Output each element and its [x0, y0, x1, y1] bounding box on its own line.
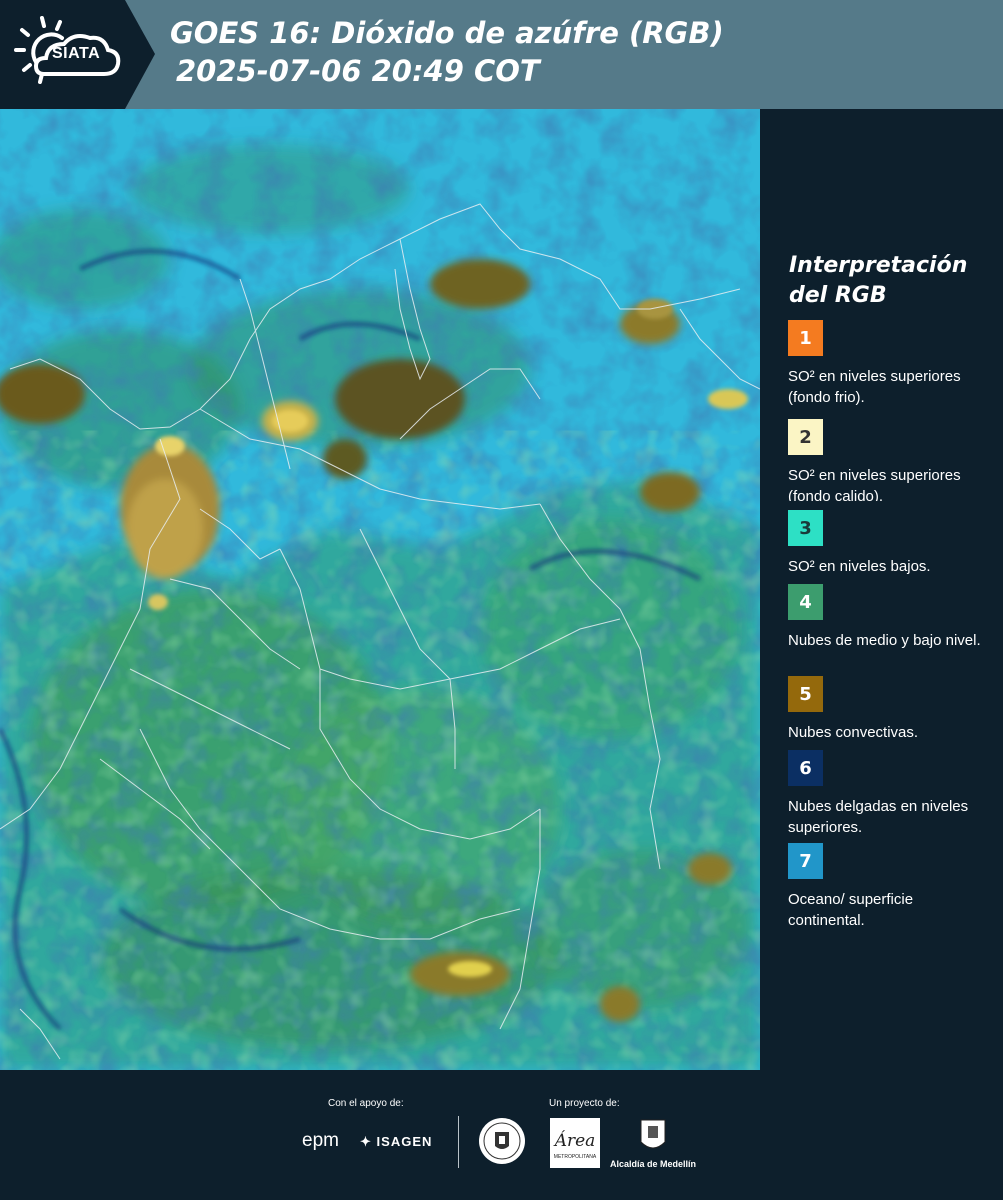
satellite-map	[0, 109, 760, 1070]
area-logo-subtext: METROPOLITANA	[554, 1154, 597, 1160]
isagen-logo: ✦ ISAGEN	[360, 1134, 432, 1150]
legend-swatch: 6	[788, 750, 823, 786]
alcaldia-shield-icon	[640, 1119, 666, 1149]
legend-swatch: 7	[788, 843, 823, 879]
timestamp: 2025-07-06 20:49 COT	[176, 54, 540, 88]
legend-item: 2 SO² en niveles superiores (fondo calid…	[788, 419, 993, 501]
project-label: Un proyecto de:	[549, 1098, 620, 1109]
legend-label: SO² en niveles bajos.	[788, 558, 931, 575]
legend-swatch: 1	[788, 320, 823, 356]
legend-label: SO² en niveles superiores (fondo calido)…	[788, 467, 961, 501]
support-label: Con el apoyo de:	[328, 1098, 404, 1109]
legend-item: 3 SO² en niveles bajos.	[788, 510, 993, 577]
area-logo-text: Área	[553, 1130, 596, 1151]
legend-label: Nubes delgadas en niveles superiores.	[788, 798, 969, 836]
legend-item: 7 Oceano/ superficie continental.	[788, 843, 993, 931]
legend-swatch: 2	[788, 419, 823, 455]
siata-logo: SIATA	[0, 0, 155, 109]
header-bar: SIATA GOES 16: Dióxido de azúfre (RGB) 2…	[0, 0, 1003, 109]
siata-logo-text: SIATA	[52, 45, 101, 62]
alcaldia-logo-text: Alcaldía de Medellín	[610, 1159, 697, 1169]
medellin-seal-icon	[479, 1118, 525, 1164]
page-title: GOES 16: Dióxido de azúfre (RGB)	[170, 16, 724, 50]
legend-label: SO² en niveles superiores (fondo frio).	[788, 368, 961, 406]
legend-label: Nubes de medio y bajo nivel.	[788, 632, 981, 649]
legend-label: Oceano/ superficie continental.	[788, 891, 914, 929]
legend-item: 4 Nubes de medio y bajo nivel.	[788, 584, 993, 651]
legend-item: 5 Nubes convectivas.	[788, 676, 993, 743]
legend-panel: Interpretación del RGB 1 SO² en niveles …	[760, 109, 1003, 1070]
legend-label: Nubes convectivas.	[788, 724, 919, 741]
footer-divider	[458, 1116, 459, 1168]
epm-logo: epm	[302, 1130, 339, 1151]
legend-item: 1 SO² en niveles superiores (fondo frio)…	[788, 320, 993, 408]
footer: Con el apoyo de: Un proyecto de: epm ✦ I…	[0, 1070, 1003, 1200]
legend-title: Interpretación del RGB	[789, 253, 968, 308]
isagen-star-icon: ✦	[360, 1134, 372, 1149]
legend-item: 6 Nubes delgadas en niveles superiores.	[788, 750, 993, 838]
legend-swatch: 4	[788, 584, 823, 620]
legend-swatch: 5	[788, 676, 823, 712]
area-metropolitana-logo: Área METROPOLITANA	[550, 1118, 600, 1168]
legend-swatch: 3	[788, 510, 823, 546]
isagen-logo-text: ISAGEN	[376, 1134, 433, 1149]
